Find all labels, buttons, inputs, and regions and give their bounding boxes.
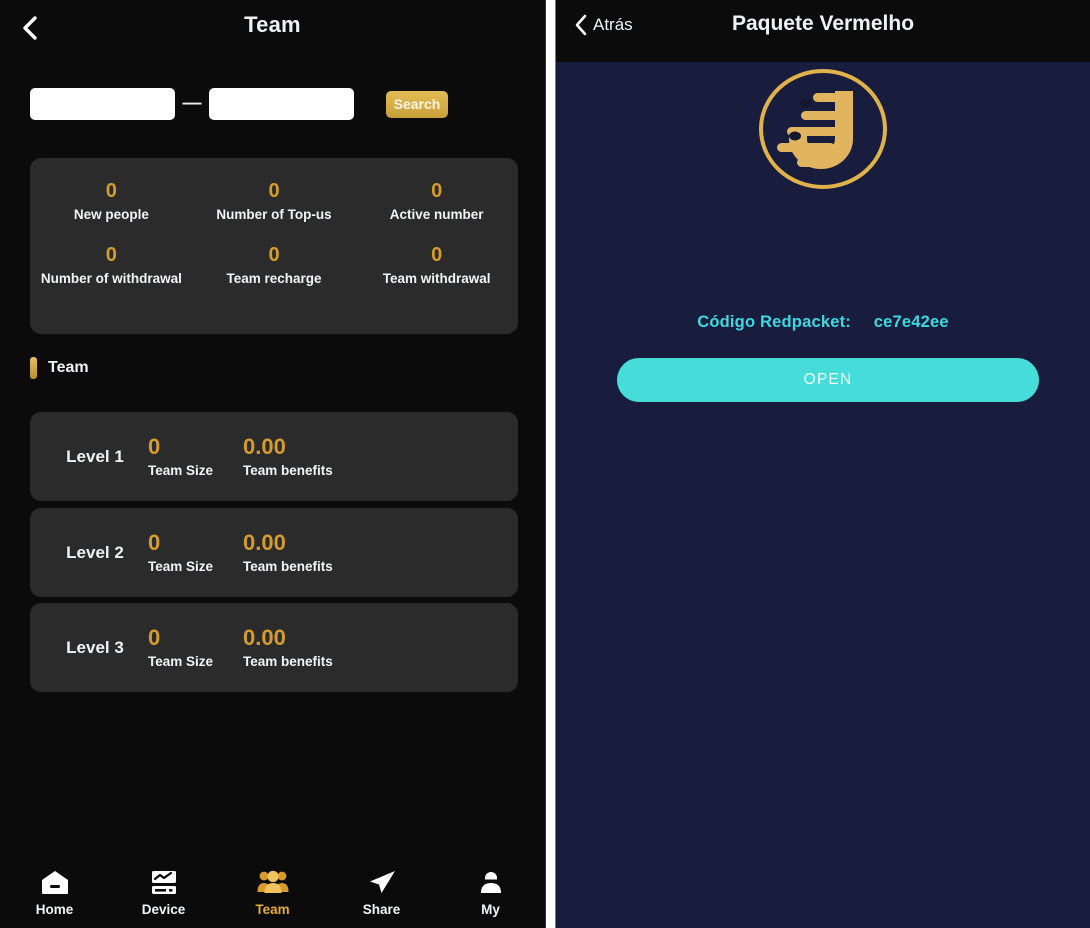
stat-label: Number of withdrawal — [40, 271, 182, 286]
team-icon — [257, 867, 289, 897]
share-icon — [366, 867, 398, 897]
nav-item-share[interactable]: Share — [327, 867, 436, 917]
stat-value: 0 — [268, 244, 280, 266]
screenshot-root: Team — Search 0 New people 0 Number of T… — [0, 0, 1090, 928]
redpacket-code: Código Redpacket: ce7e42ee — [556, 313, 1090, 332]
search-input-start[interactable] — [30, 88, 175, 120]
metric-value: 0.00 — [243, 625, 286, 650]
stat-new-people: 0 New people — [30, 172, 193, 222]
metric-label: Team Size — [148, 559, 214, 574]
nav-label: My — [481, 902, 500, 917]
level-row-2[interactable]: Level 2 0 Team Size 0.00 Team benefits — [30, 508, 518, 597]
level-name: Level 2 — [66, 542, 124, 562]
metric-label: Team benefits — [243, 654, 333, 669]
level-team-benefits: 0.00 Team benefits — [243, 530, 393, 575]
redpacket-header: Atrás Paquete Vermelho — [556, 0, 1090, 62]
code-value: ce7e42ee — [873, 313, 949, 331]
stat-label: Number of Top-us — [216, 207, 332, 222]
page-title: Team — [244, 12, 301, 37]
page-title: Paquete Vermelho — [731, 12, 915, 35]
stat-value: 0 — [105, 244, 117, 266]
nav-item-my[interactable]: My — [436, 867, 545, 917]
stat-label: Team recharge — [226, 271, 322, 286]
stat-value: 0 — [431, 244, 443, 266]
stat-team-withdrawal: 0 Team withdrawal — [355, 236, 518, 286]
stats-row-top: 0 New people 0 Number of Top-us 0 Active… — [30, 172, 518, 222]
nav-item-device[interactable]: Device — [109, 867, 218, 917]
metric-value: 0 — [148, 434, 161, 459]
level-team-size: 0 Team Size — [148, 434, 248, 479]
section-title: Team — [48, 359, 89, 376]
stat-value: 0 — [105, 180, 117, 202]
stat-number-of-top-us: 0 Number of Top-us — [193, 172, 356, 222]
team-header: Team — [0, 0, 545, 58]
user-icon — [475, 867, 507, 897]
metric-value: 0.00 — [243, 530, 286, 555]
metric-label: Team Size — [148, 463, 214, 478]
metric-label: Team benefits — [243, 559, 333, 574]
level-team-benefits: 0.00 Team benefits — [243, 434, 393, 479]
nav-item-team[interactable]: Team — [218, 867, 327, 917]
stat-label: Active number — [389, 207, 484, 222]
search-input-end[interactable] — [209, 88, 354, 120]
metric-label: Team benefits — [243, 463, 333, 478]
level-row-3[interactable]: Level 3 0 Team Size 0.00 Team benefits — [30, 603, 518, 692]
level-team-benefits: 0.00 Team benefits — [243, 625, 393, 670]
metric-value: 0.00 — [243, 434, 286, 459]
range-separator: — — [182, 93, 202, 114]
level-name: Level 1 — [66, 446, 124, 466]
team-stats-panel: 0 New people 0 Number of Top-us 0 Active… — [30, 158, 518, 334]
search-bar: — Search — [0, 88, 545, 120]
nav-item-home[interactable]: Home — [0, 867, 109, 917]
stats-row-bottom: 0 Number of withdrawal 0 Team recharge 0… — [30, 236, 518, 286]
nav-label: Home — [35, 902, 74, 917]
stat-label: Team withdrawal — [382, 271, 491, 286]
stat-value: 0 — [431, 180, 443, 202]
team-section-header: Team — [30, 357, 89, 379]
nav-label: Device — [141, 902, 186, 917]
open-button[interactable]: OPEN — [617, 358, 1039, 402]
brand-u-logo — [757, 63, 889, 195]
stat-team-recharge: 0 Team recharge — [193, 236, 356, 286]
search-button[interactable]: Search — [386, 90, 448, 118]
redpacket-screen: Atrás Paquete Vermelho Código Redpacket:… — [556, 0, 1090, 928]
stat-label: New people — [73, 207, 149, 222]
nav-label: Share — [362, 902, 401, 917]
metric-label: Team Size — [148, 654, 214, 669]
team-screen: Team — Search 0 New people 0 Number of T… — [0, 0, 545, 928]
bottom-navigation: Home Device Team Share My — [0, 856, 545, 928]
metric-value: 0 — [148, 530, 161, 555]
code-label: Código Redpacket: — [697, 313, 851, 331]
level-team-size: 0 Team Size — [148, 530, 248, 575]
level-row-1[interactable]: Level 1 0 Team Size 0.00 Team benefits — [30, 412, 518, 501]
nav-label: Team — [255, 902, 290, 917]
level-name: Level 3 — [66, 637, 124, 657]
device-icon — [148, 867, 180, 897]
stat-number-of-withdrawal: 0 Number of withdrawal — [30, 236, 193, 286]
level-team-size: 0 Team Size — [148, 625, 248, 670]
home-icon — [39, 867, 71, 897]
metric-value: 0 — [148, 625, 161, 650]
section-accent-bar — [30, 357, 37, 379]
panel-divider — [545, 0, 556, 928]
stat-value: 0 — [268, 180, 280, 202]
stat-active-number: 0 Active number — [355, 172, 518, 222]
